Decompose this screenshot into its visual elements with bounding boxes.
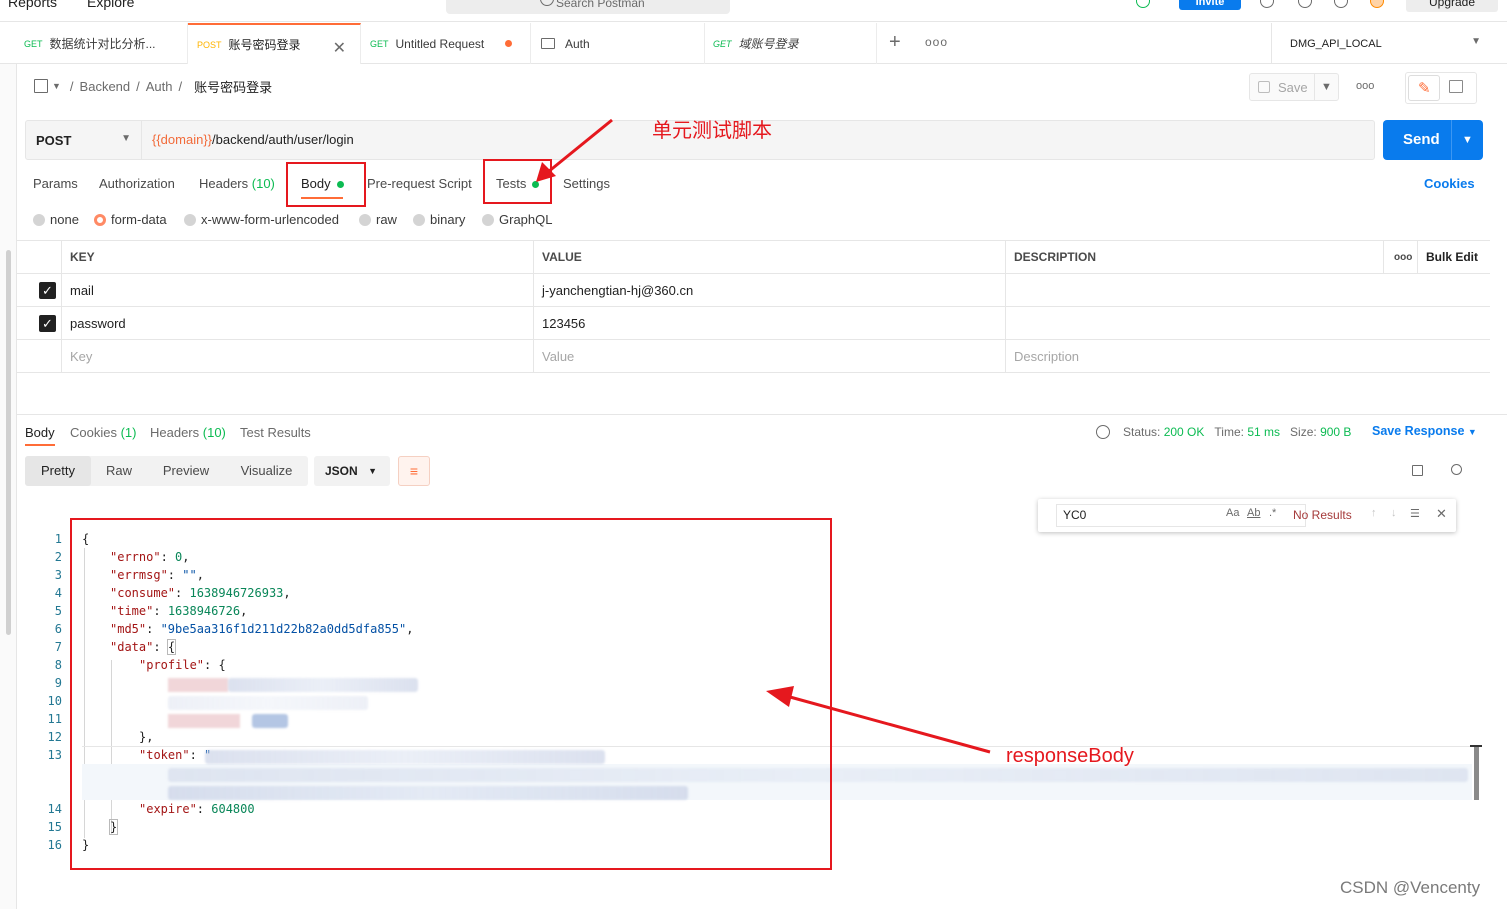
annotation-arrows bbox=[536, 118, 991, 754]
arrow-line bbox=[547, 118, 613, 174]
watermark: CSDN @Vencenty bbox=[1340, 878, 1481, 897]
arrowhead bbox=[536, 162, 556, 182]
arrowhead bbox=[766, 686, 794, 707]
arrow-line bbox=[789, 695, 991, 754]
